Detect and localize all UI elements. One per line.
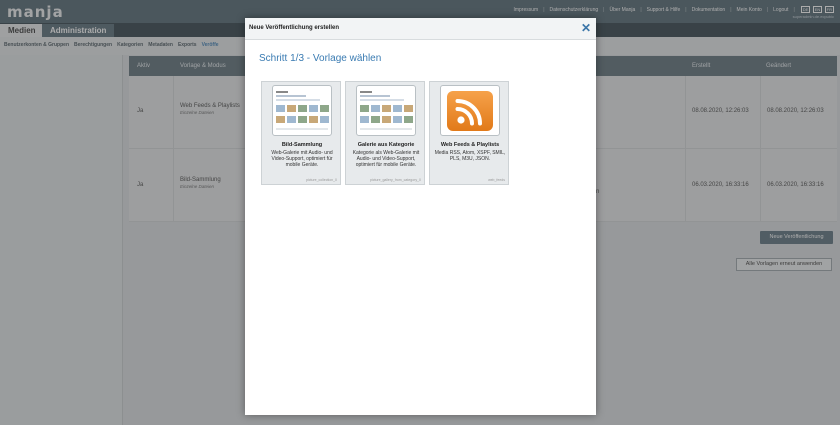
preview-thumb — [360, 105, 369, 112]
template-preview-image — [440, 85, 500, 136]
template-title: Bild-Sammlung — [281, 142, 323, 148]
preview-thumb — [276, 105, 285, 112]
preview-thumb — [393, 116, 402, 123]
template-description: Web-Galerie mit Audio- und Video-Support… — [271, 150, 333, 168]
new-publication-dialog: Neue Veröffentlichung erstellen ✕ Schrit… — [245, 18, 596, 415]
preview-thumb — [309, 116, 318, 123]
preview-thumb — [371, 116, 380, 123]
template-id: web_feeds — [488, 178, 505, 182]
dialog-header: Neue Veröffentlichung erstellen ✕ — [245, 18, 596, 40]
preview-line — [276, 128, 328, 130]
preview-header — [276, 89, 328, 93]
template-card-galerie-aus-kategorie[interactable]: Galerie aus Kategorie Kategorie als Web-… — [345, 81, 425, 185]
preview-line — [276, 99, 320, 101]
preview-thumb — [382, 105, 391, 112]
preview-thumb — [393, 105, 402, 112]
preview-thumb — [309, 105, 318, 112]
preview-line — [360, 95, 390, 97]
preview-thumb — [298, 116, 307, 123]
preview-line — [360, 99, 404, 101]
preview-header — [360, 89, 412, 93]
preview-line — [276, 95, 306, 97]
template-description: Media RSS, Atom, XSPF, SMIL, PLS, M3U, J… — [434, 150, 506, 162]
preview-thumb — [320, 105, 329, 112]
preview-thumb — [298, 105, 307, 112]
template-title: Web Feeds & Playlists — [440, 142, 500, 148]
template-preview-image — [272, 85, 332, 136]
preview-thumb — [287, 105, 296, 112]
rss-icon-graphic — [455, 99, 482, 126]
template-title: Galerie aus Kategorie — [357, 142, 415, 148]
step-title: Schritt 1/3 - Vorlage wählen — [259, 53, 382, 64]
template-id: picture_collection_0 — [306, 178, 337, 182]
preview-thumb — [382, 116, 391, 123]
template-preview-image — [356, 85, 416, 136]
preview-thumb — [404, 105, 413, 112]
close-icon[interactable]: ✕ — [581, 21, 591, 35]
preview-line — [360, 128, 412, 130]
template-id: picture_gallery_from_category_0 — [370, 178, 421, 182]
preview-thumb — [360, 116, 369, 123]
template-card-web-feeds[interactable]: Web Feeds & Playlists Media RSS, Atom, X… — [429, 81, 509, 185]
dialog-title: Neue Veröffentlichung erstellen — [249, 25, 340, 31]
preview-thumb — [371, 105, 380, 112]
preview-thumb — [287, 116, 296, 123]
preview-thumb — [320, 116, 329, 123]
preview-thumb — [276, 116, 285, 123]
template-card-bild-sammlung[interactable]: Bild-Sammlung Web-Galerie mit Audio- und… — [261, 81, 341, 185]
rss-icon — [447, 91, 493, 131]
template-description: Kategorie als Web-Galerie mit Audio- und… — [352, 150, 420, 168]
preview-thumb — [404, 116, 413, 123]
